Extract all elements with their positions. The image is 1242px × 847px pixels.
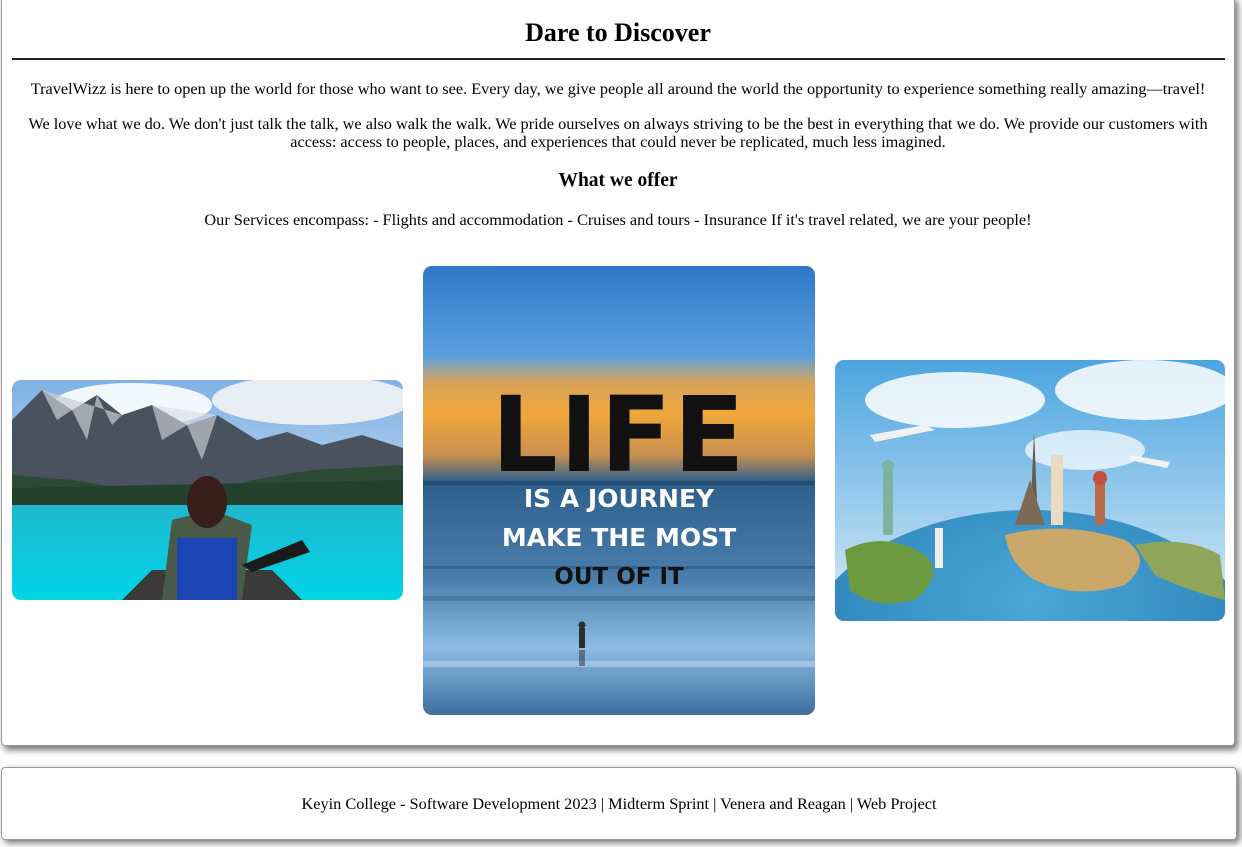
poster-out-of-it-text: OUT OF IT bbox=[554, 564, 684, 590]
page-title: Dare to Discover bbox=[525, 18, 711, 47]
poster-make-most-text: MAKE THE MOST bbox=[502, 523, 736, 552]
site-footer: Keyin College - Software Development 202… bbox=[1, 767, 1237, 840]
offer-heading: What we offer bbox=[558, 170, 678, 191]
world-landmarks-image bbox=[835, 360, 1225, 621]
life-journey-poster: LIFE IS A JOURNEY MAKE THE MOST OUT OF I… bbox=[423, 266, 815, 715]
title-divider bbox=[12, 58, 1225, 60]
poster-life-text: LIFE bbox=[491, 374, 746, 496]
about-paragraph: We love what we do. We don't just talk t… bbox=[28, 114, 1208, 151]
services-paragraph: Our Services encompass: - Flights and ac… bbox=[204, 210, 1032, 229]
intro-paragraph: TravelWizz is here to open up the world … bbox=[30, 79, 1206, 98]
lake-canoe-image bbox=[12, 380, 403, 600]
footer-credits: Keyin College - Software Development 202… bbox=[301, 794, 937, 813]
poster-journey-text: IS A JOURNEY bbox=[524, 484, 715, 513]
